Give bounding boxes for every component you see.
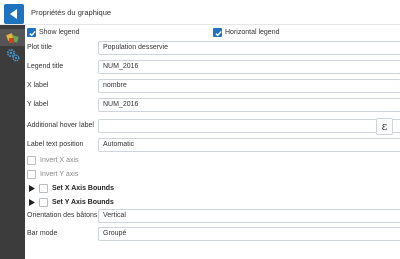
x-label-row: X label nombre bbox=[27, 79, 400, 93]
legend-title-label: Legend title bbox=[27, 63, 64, 70]
invert-x-label: Invert X axis bbox=[40, 157, 79, 164]
orientation-select[interactable]: Vertical bbox=[98, 209, 400, 223]
plot-title-label: Plot title bbox=[27, 44, 52, 51]
invert-y-label: Invert Y axis bbox=[40, 171, 79, 178]
bar-mode-label: Bar mode bbox=[27, 230, 58, 237]
y-label-label: Y label bbox=[27, 101, 49, 108]
palette-icon bbox=[5, 32, 19, 43]
check-icon bbox=[215, 30, 222, 37]
gears-icon bbox=[6, 48, 19, 61]
y-bounds-label: Set Y Axis Bounds bbox=[52, 199, 114, 206]
y-label-input[interactable]: NUM_2016 bbox=[98, 98, 400, 112]
plot-title-input[interactable]: Population desservie bbox=[98, 41, 400, 55]
show-legend-checkbox[interactable] bbox=[27, 28, 36, 37]
legend-title-input[interactable]: NUM_2016 bbox=[98, 60, 400, 74]
expand-triangle-icon[interactable] bbox=[29, 199, 35, 206]
hover-label-row: Additional hover label bbox=[27, 119, 400, 133]
x-label-label: X label bbox=[27, 82, 49, 89]
orientation-row: Orientation des bâtons Vertical bbox=[27, 209, 400, 223]
invert-x-checkbox[interactable] bbox=[27, 156, 36, 165]
plot-title-row: Plot title Population desservie bbox=[27, 41, 400, 55]
bar-mode-value: Groupé bbox=[103, 230, 127, 237]
orientation-value: Vertical bbox=[103, 212, 126, 219]
x-label-input[interactable]: nombre bbox=[98, 79, 400, 93]
expand-triangle-icon[interactable] bbox=[29, 185, 35, 192]
legend-title-row: Legend title NUM_2016 bbox=[27, 60, 400, 74]
hover-label-select[interactable] bbox=[98, 119, 400, 133]
sidebar bbox=[0, 25, 25, 259]
back-arrow-icon bbox=[10, 9, 17, 19]
y-bounds-checkbox[interactable] bbox=[39, 198, 48, 207]
horizontal-legend-checkbox[interactable] bbox=[213, 28, 222, 37]
expression-button[interactable]: ε bbox=[376, 118, 393, 135]
label-position-row: Label text position Automatic bbox=[27, 138, 400, 152]
tab-chart-style[interactable] bbox=[0, 29, 25, 46]
show-legend-label: Show legend bbox=[39, 29, 80, 36]
label-position-value: Automatic bbox=[103, 141, 135, 148]
page-title: Propriétés du graphique bbox=[31, 8, 112, 17]
bar-mode-select[interactable]: Groupé bbox=[98, 227, 400, 241]
x-bounds-checkbox[interactable] bbox=[39, 184, 48, 193]
label-position-label: Label text position bbox=[27, 141, 84, 148]
back-button[interactable] bbox=[4, 4, 24, 24]
x-bounds-label: Set X Axis Bounds bbox=[52, 185, 114, 192]
check-icon bbox=[29, 30, 36, 37]
y-label-row: Y label NUM_2016 bbox=[27, 98, 400, 112]
horizontal-legend-label: Horizontal legend bbox=[225, 29, 280, 36]
label-position-select[interactable]: Automatic bbox=[98, 138, 400, 152]
hover-label-label: Additional hover label bbox=[27, 122, 94, 129]
orientation-label: Orientation des bâtons bbox=[27, 212, 98, 219]
invert-y-checkbox[interactable] bbox=[27, 170, 36, 179]
bar-mode-row: Bar mode Groupé bbox=[27, 227, 400, 241]
header-bar: Propriétés du graphique bbox=[0, 0, 400, 25]
tab-advanced[interactable] bbox=[0, 46, 25, 63]
